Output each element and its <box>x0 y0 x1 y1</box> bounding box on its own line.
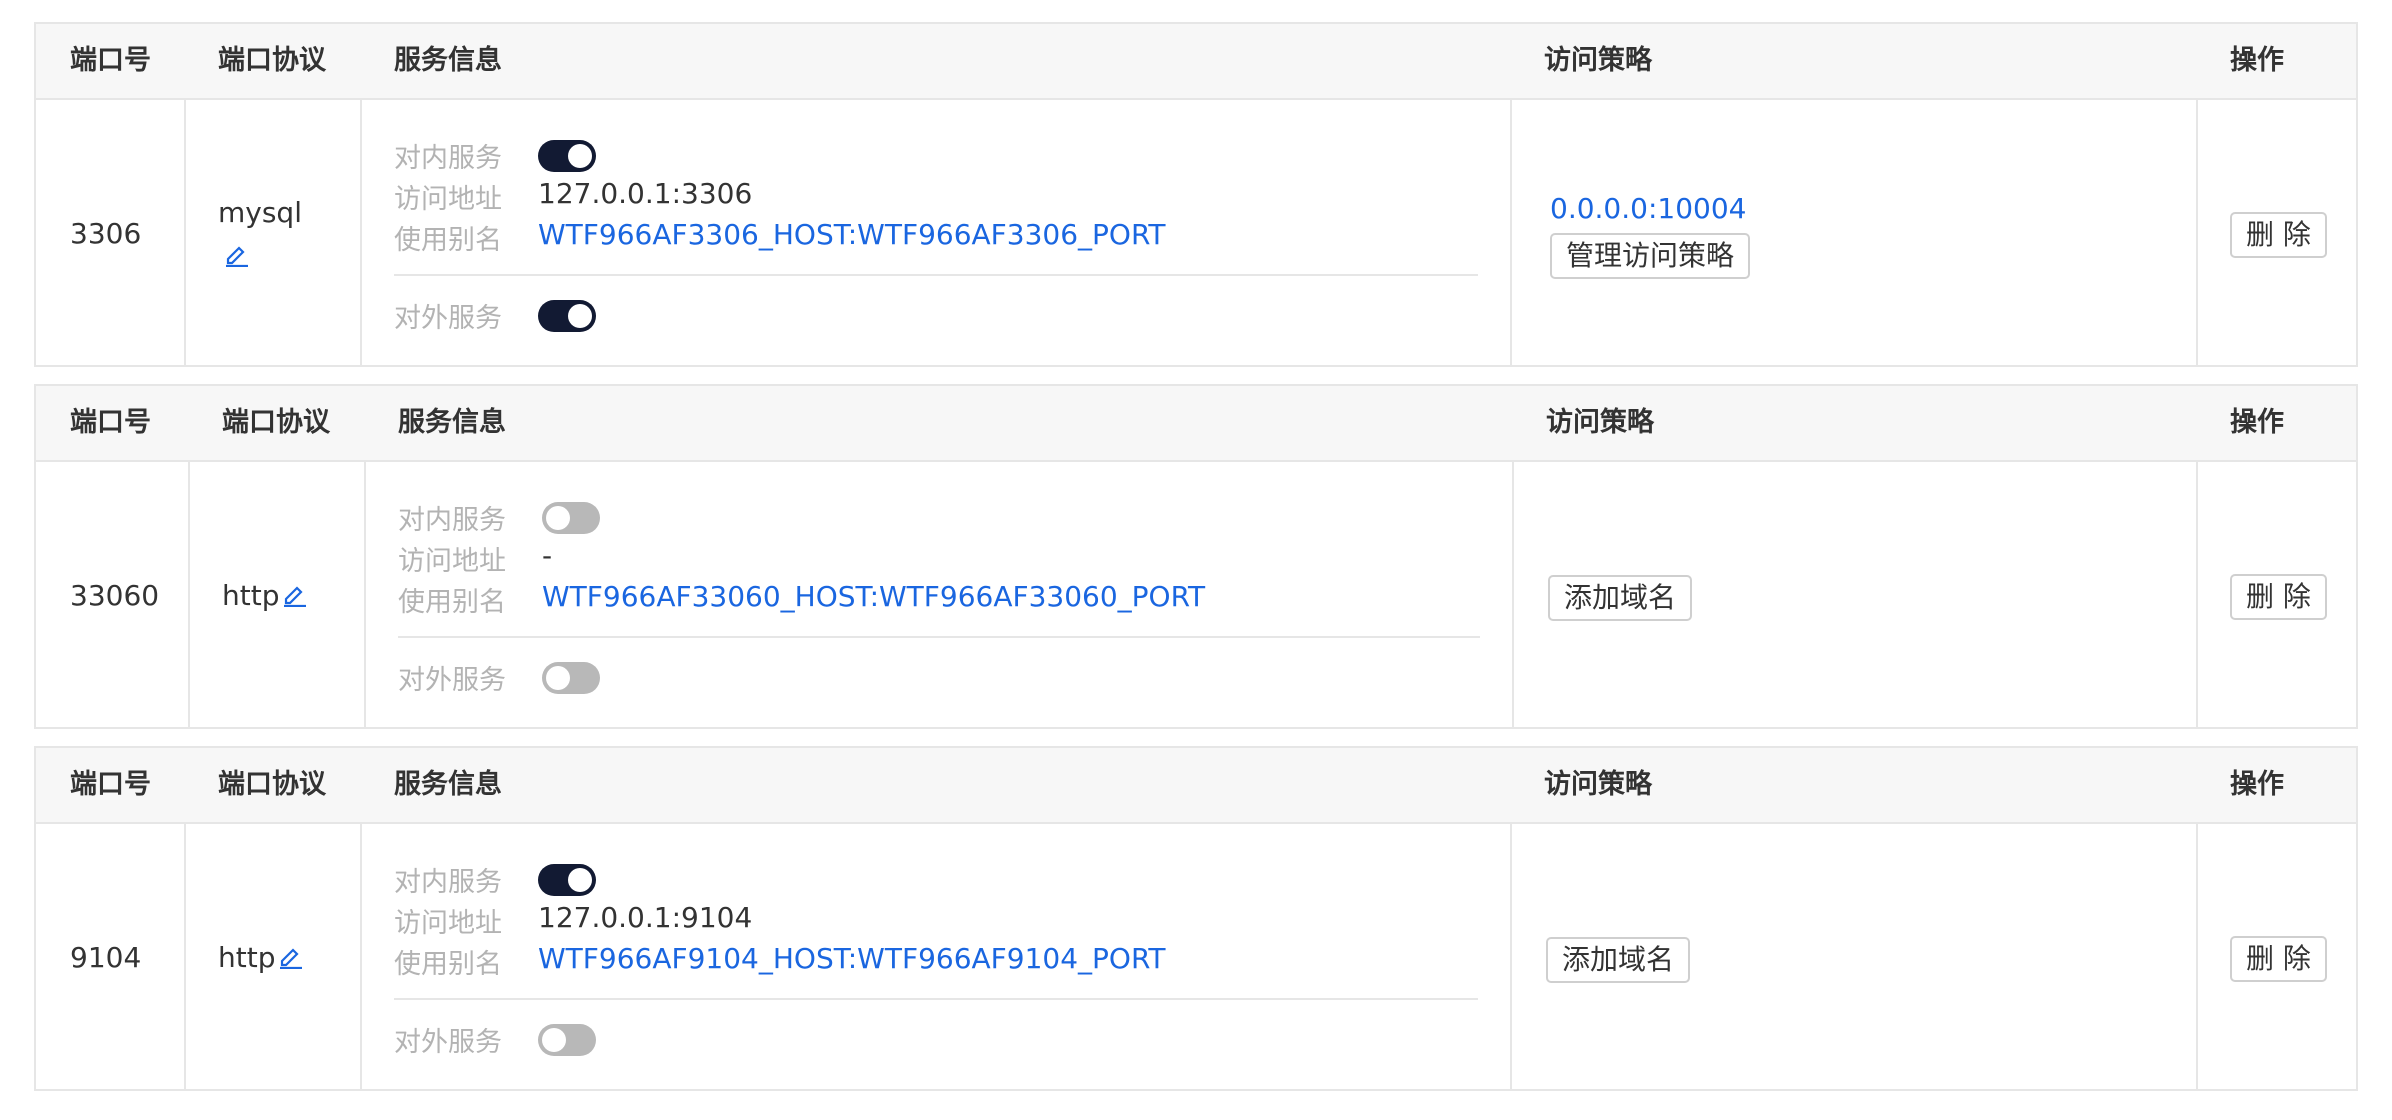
header-service: 服务信息 <box>394 45 502 76</box>
table-row: 33060 http 对内服务 访问地址 - 使用别名 WTF966AF3306… <box>36 462 2356 727</box>
column-divider <box>2196 462 2198 727</box>
header-service: 服务信息 <box>398 407 506 438</box>
port-number: 9104 <box>70 941 142 974</box>
external-service-label: 对外服务 <box>394 1027 502 1058</box>
table-row: 3306 mysql 对内服务 访问地址 127.0.0.1:3306 使用别名… <box>36 100 2356 365</box>
internal-service-label: 对内服务 <box>398 505 506 536</box>
delete-button[interactable]: 删 除 <box>2230 936 2327 982</box>
protocol-value: mysql <box>218 196 302 229</box>
alias-label: 使用别名 <box>394 225 502 256</box>
toggle-knob <box>546 506 570 530</box>
header-protocol: 端口协议 <box>218 769 326 800</box>
access-policy-link[interactable]: 0.0.0.0:10004 <box>1550 192 1746 225</box>
column-divider <box>1510 824 1512 1089</box>
service-divider <box>398 636 1480 638</box>
edit-protocol-icon[interactable] <box>282 581 308 607</box>
toggle-knob <box>546 666 570 690</box>
access-address-value: - <box>542 539 553 572</box>
port-table-3306: 端口号 端口协议 服务信息 访问策略 操作 3306 mysql 对内服务 访问… <box>34 22 2358 367</box>
external-service-toggle[interactable] <box>538 1024 596 1056</box>
access-address-value: 127.0.0.1:9104 <box>538 901 753 934</box>
header-action: 操作 <box>2230 45 2284 76</box>
service-divider <box>394 998 1478 1000</box>
protocol-value: http <box>218 941 276 974</box>
column-divider <box>1512 462 1514 727</box>
header-action: 操作 <box>2230 407 2284 438</box>
header-port: 端口号 <box>70 45 151 76</box>
protocol-value: http <box>222 579 280 612</box>
external-service-toggle[interactable] <box>542 662 600 694</box>
column-divider <box>184 824 186 1089</box>
service-divider <box>394 274 1478 276</box>
header-policy: 访问策略 <box>1546 407 1654 438</box>
alias-label: 使用别名 <box>394 949 502 980</box>
table-row: 9104 http 对内服务 访问地址 127.0.0.1:9104 使用别名 … <box>36 824 2356 1089</box>
header-port: 端口号 <box>70 407 151 438</box>
header-protocol: 端口协议 <box>218 45 326 76</box>
column-divider <box>188 462 190 727</box>
alias-link[interactable]: WTF966AF3306_HOST:WTF966AF3306_PORT <box>538 218 1165 251</box>
header-action: 操作 <box>2230 769 2284 800</box>
table-header: 端口号 端口协议 服务信息 访问策略 操作 <box>36 24 2356 100</box>
external-service-label: 对外服务 <box>394 303 502 334</box>
column-divider <box>2196 100 2198 365</box>
edit-protocol-icon[interactable] <box>224 241 250 267</box>
internal-service-toggle[interactable] <box>538 140 596 172</box>
port-list: 端口号 端口协议 服务信息 访问策略 操作 3306 mysql 对内服务 访问… <box>0 0 2392 1120</box>
header-policy: 访问策略 <box>1544 769 1652 800</box>
port-number: 3306 <box>70 217 142 250</box>
external-service-label: 对外服务 <box>398 665 506 696</box>
access-address-label: 访问地址 <box>398 546 506 577</box>
access-address-label: 访问地址 <box>394 908 502 939</box>
toggle-knob <box>542 1028 566 1052</box>
access-address-label: 访问地址 <box>394 184 502 215</box>
external-service-toggle[interactable] <box>538 300 596 332</box>
alias-label: 使用别名 <box>398 587 506 618</box>
column-divider <box>184 100 186 365</box>
internal-service-label: 对内服务 <box>394 143 502 174</box>
table-header: 端口号 端口协议 服务信息 访问策略 操作 <box>36 748 2356 824</box>
add-domain-button[interactable]: 添加域名 <box>1548 575 1693 621</box>
header-service: 服务信息 <box>394 769 502 800</box>
toggle-knob <box>568 304 592 328</box>
column-divider <box>2196 824 2198 1089</box>
delete-button[interactable]: 删 除 <box>2230 212 2327 258</box>
internal-service-toggle[interactable] <box>542 502 600 534</box>
internal-service-toggle[interactable] <box>538 864 596 896</box>
column-divider <box>1510 100 1512 365</box>
alias-link[interactable]: WTF966AF33060_HOST:WTF966AF33060_PORT <box>542 580 1205 613</box>
alias-link[interactable]: WTF966AF9104_HOST:WTF966AF9104_PORT <box>538 942 1165 975</box>
port-table-9104: 端口号 端口协议 服务信息 访问策略 操作 9104 http 对内服务 访问地… <box>34 746 2358 1091</box>
column-divider <box>364 462 366 727</box>
header-protocol: 端口协议 <box>222 407 330 438</box>
delete-button[interactable]: 删 除 <box>2230 574 2327 620</box>
toggle-knob <box>568 144 592 168</box>
port-table-33060: 端口号 端口协议 服务信息 访问策略 操作 33060 http 对内服务 访问… <box>34 384 2358 729</box>
edit-protocol-icon[interactable] <box>278 943 304 969</box>
header-port: 端口号 <box>70 769 151 800</box>
manage-access-policy-button[interactable]: 管理访问策略 <box>1550 233 1751 279</box>
column-divider <box>360 824 362 1089</box>
add-domain-button[interactable]: 添加域名 <box>1546 937 1691 983</box>
internal-service-label: 对内服务 <box>394 867 502 898</box>
toggle-knob <box>568 868 592 892</box>
table-header: 端口号 端口协议 服务信息 访问策略 操作 <box>36 386 2356 462</box>
access-address-value: 127.0.0.1:3306 <box>538 177 753 210</box>
header-policy: 访问策略 <box>1544 45 1652 76</box>
port-number: 33060 <box>70 579 160 612</box>
column-divider <box>360 100 362 365</box>
